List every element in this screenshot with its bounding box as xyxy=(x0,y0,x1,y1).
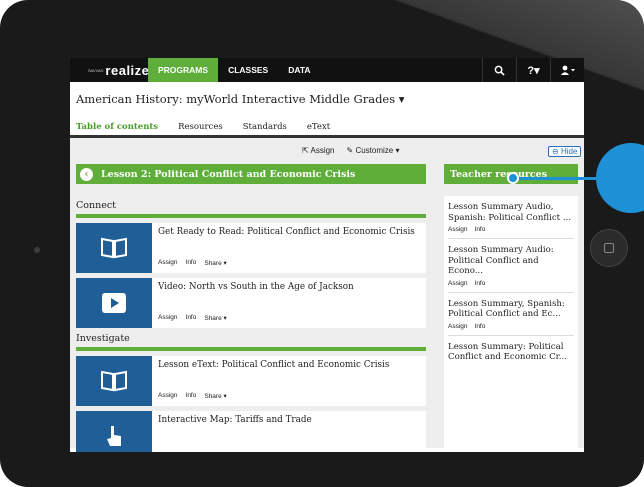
tab-standards[interactable]: Standards xyxy=(243,122,287,132)
section-connect: Connect xyxy=(76,200,426,218)
resource-title[interactable]: Lesson Summary Audio: Political Conflict… xyxy=(448,245,574,277)
play-icon xyxy=(76,278,152,328)
customize-label: Customize ▾ xyxy=(355,146,400,155)
tab-resources[interactable]: Resources xyxy=(178,122,223,132)
list-item[interactable]: Interactive Map: Tariffs and Trade xyxy=(76,411,426,452)
tab-etext[interactable]: eText xyxy=(307,122,330,132)
camera xyxy=(34,247,40,253)
card-title[interactable]: Interactive Map: Tariffs and Trade xyxy=(158,415,420,426)
nav-programs[interactable]: PROGRAMS xyxy=(148,58,219,82)
home-button[interactable] xyxy=(590,229,628,267)
screen: SAVVAS realize. PROGRAMS CLASSES DATA ?▾… xyxy=(70,58,584,452)
user-menu[interactable] xyxy=(550,58,584,82)
assign-label: Assign xyxy=(310,146,335,155)
card-title[interactable]: Video: North vs South in the Age of Jack… xyxy=(158,282,420,293)
card-title[interactable]: Lesson eText: Political Conflict and Eco… xyxy=(158,360,420,371)
list-item[interactable]: Video: North vs South in the Age of Jack… xyxy=(76,278,426,328)
search-icon[interactable] xyxy=(482,58,516,82)
resource-info-button[interactable]: Info xyxy=(475,323,486,330)
hand-pointer-icon xyxy=(76,411,152,452)
resource-assign-button[interactable]: Assign xyxy=(448,226,468,233)
logo[interactable]: SAVVAS realize. xyxy=(70,63,153,78)
card-info-button[interactable]: Info xyxy=(186,259,197,267)
hide-button[interactable]: ⊖ Hide xyxy=(548,146,582,157)
section-investigate: Investigate xyxy=(76,333,426,351)
nav-data[interactable]: DATA xyxy=(278,58,320,82)
card-share-button[interactable]: Share ▾ xyxy=(204,392,226,400)
hide-label: Hide xyxy=(560,147,578,156)
logo-text: realize. xyxy=(105,62,154,78)
resource-info-button[interactable]: Info xyxy=(475,226,486,233)
user-icon xyxy=(560,65,575,75)
tab-table-of-contents[interactable]: Table of contents xyxy=(76,122,158,132)
teacher-resources-list: Lesson Summary Audio, Spanish: Political… xyxy=(444,196,578,452)
book-icon xyxy=(76,356,152,406)
card-assign-button[interactable]: Assign xyxy=(158,259,178,267)
top-nav: SAVVAS realize. PROGRAMS CLASSES DATA ?▾ xyxy=(70,58,584,82)
book-icon xyxy=(76,223,152,273)
toolbar: ⇱ Assign ✎ Customize ▾ xyxy=(302,146,399,155)
card-share-button[interactable]: Share ▾ xyxy=(204,314,226,322)
list-item[interactable]: Get Ready to Read: Political Conflict an… xyxy=(76,223,426,273)
nav-classes[interactable]: CLASSES xyxy=(218,58,278,82)
customize-button[interactable]: ✎ Customize ▾ xyxy=(347,146,400,155)
home-icon xyxy=(604,243,614,253)
list-item[interactable]: Lesson Summary: Political Conflict and E… xyxy=(448,336,574,368)
resource-title[interactable]: Lesson Summary Audio, Spanish: Political… xyxy=(448,202,574,223)
resource-assign-button[interactable]: Assign xyxy=(448,280,468,287)
tablet-frame: SAVVAS realize. PROGRAMS CLASSES DATA ?▾… xyxy=(0,0,644,487)
resource-assign-button[interactable]: Assign xyxy=(448,323,468,330)
card-info-button[interactable]: Info xyxy=(186,392,197,400)
logo-small: SAVVAS xyxy=(88,67,104,73)
program-title[interactable]: American History: myWorld Interactive Mi… xyxy=(70,82,584,118)
assign-button[interactable]: ⇱ Assign xyxy=(302,146,335,155)
card-share-button[interactable]: Share ▾ xyxy=(204,259,226,267)
card-title[interactable]: Get Ready to Read: Political Conflict an… xyxy=(158,227,420,238)
list-item[interactable]: Lesson Summary, Spanish: Political Confl… xyxy=(448,293,574,336)
resource-info-button[interactable]: Info xyxy=(475,280,486,287)
list-item[interactable]: Lesson Summary Audio, Spanish: Political… xyxy=(448,196,574,239)
resource-title[interactable]: Lesson Summary: Political Conflict and E… xyxy=(448,342,574,363)
callout-dot xyxy=(507,172,519,184)
lesson-title: Lesson 2: Political Conflict and Economi… xyxy=(101,168,356,180)
card-info-button[interactable]: Info xyxy=(186,314,197,322)
list-item[interactable]: Lesson Summary Audio: Political Conflict… xyxy=(448,239,574,293)
lesson-header: ‹ Lesson 2: Political Conflict and Econo… xyxy=(76,164,426,184)
resource-title[interactable]: Lesson Summary, Spanish: Political Confl… xyxy=(448,299,574,320)
card-assign-button[interactable]: Assign xyxy=(158,392,178,400)
card-assign-button[interactable]: Assign xyxy=(158,314,178,322)
help-menu[interactable]: ?▾ xyxy=(516,58,550,82)
program-tabs: Table of contents Resources Standards eT… xyxy=(70,118,584,138)
back-arrow-icon[interactable]: ‹ xyxy=(80,167,93,181)
list-item[interactable]: Lesson eText: Political Conflict and Eco… xyxy=(76,356,426,406)
